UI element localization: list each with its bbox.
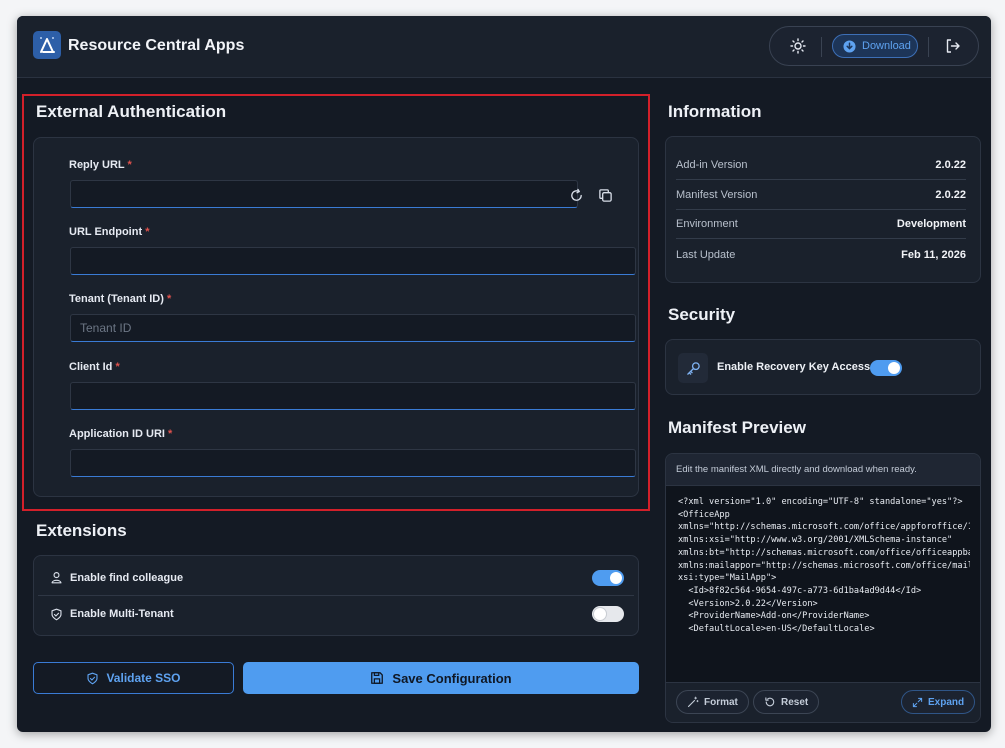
find-colleague-toggle[interactable] <box>592 570 624 586</box>
copy-icon <box>598 188 612 202</box>
user-icon <box>51 572 62 584</box>
multi-tenant-label: Enable Multi-Tenant <box>70 608 174 620</box>
format-label: Format <box>704 696 738 708</box>
information-title: Information <box>668 102 762 121</box>
reply-url-input[interactable] <box>70 180 578 208</box>
info-row: Environment Development <box>676 210 966 239</box>
download-label: Download <box>862 40 911 52</box>
manifest-card: Edit the manifest XML directly and downl… <box>665 453 981 723</box>
url-endpoint-input[interactable] <box>70 247 636 275</box>
save-icon <box>371 672 384 684</box>
toolbar-divider <box>821 37 822 57</box>
info-row: Last Update Feb 11, 2026 <box>676 248 966 261</box>
reset-label: Reset <box>781 696 809 708</box>
url-endpoint-label: URL Endpoint * <box>69 226 150 238</box>
external-auth-card: Reply URL * URL Endpoint * Tenant (Tenan… <box>33 137 639 497</box>
find-colleague-label: Enable find colleague <box>70 571 184 584</box>
extensions-card: Enable find colleague Enable Multi-Tenan… <box>33 555 639 636</box>
expand-label: Expand <box>928 696 965 708</box>
reply-url-label: Reply URL * <box>69 159 132 171</box>
client-id-input[interactable] <box>70 382 636 410</box>
manifest-xml-editor[interactable]: <?xml version="1.0" encoding="UTF-8" sta… <box>678 496 970 680</box>
app-header: Resource Central Apps Download <box>17 16 991 78</box>
sun-icon <box>790 38 806 54</box>
validate-sso-button[interactable]: Validate SSO <box>33 662 234 694</box>
download-button[interactable]: Download <box>832 34 918 58</box>
undo-icon <box>765 697 775 707</box>
shield-check-icon <box>51 608 62 620</box>
theme-toggle-button[interactable] <box>788 36 808 56</box>
shield-check-icon <box>87 672 99 684</box>
information-card: Add-in Version 2.0.22 Manifest Version 2.0… <box>665 136 981 283</box>
save-configuration-button[interactable]: Save Configuration <box>243 662 639 694</box>
info-row: Add-in Version 2.0.22 <box>676 151 966 180</box>
refresh-icon <box>570 188 582 201</box>
manifest-hint: Edit the manifest XML directly and downl… <box>666 454 980 486</box>
validate-sso-label: Validate SSO <box>106 671 181 685</box>
app-title: Resource Central Apps <box>68 37 245 54</box>
multi-tenant-toggle[interactable] <box>592 606 624 622</box>
manifest-title: Manifest Preview <box>668 418 806 437</box>
app-window: Resource Central Apps Download External … <box>17 16 991 732</box>
external-auth-title: External Authentication <box>36 102 227 121</box>
app-logo <box>33 31 61 59</box>
toolbar-divider <box>928 37 929 57</box>
recovery-key-toggle[interactable] <box>870 360 902 376</box>
application-id-uri-label: Application ID URI * <box>69 428 173 440</box>
tenant-id-label: Tenant (Tenant ID) * <box>69 293 172 305</box>
recovery-key-label: Enable Recovery Key Access <box>717 361 871 373</box>
header-toolbar: Download <box>769 26 979 66</box>
regenerate-button[interactable] <box>566 185 586 205</box>
logout-button[interactable] <box>942 36 964 56</box>
logo-mark-icon <box>40 37 55 53</box>
security-title: Security <box>668 305 736 324</box>
find-colleague-row: Enable find colleague <box>38 560 634 596</box>
reset-button[interactable]: Reset <box>753 690 820 714</box>
copy-button[interactable] <box>595 185 615 205</box>
save-configuration-label: Save Configuration <box>392 670 512 686</box>
application-id-uri-input[interactable] <box>70 449 636 477</box>
info-row: Manifest Version 2.0.22 <box>676 181 966 210</box>
logout-icon <box>946 39 960 53</box>
format-button[interactable]: Format <box>676 690 749 714</box>
expand-button[interactable]: Expand <box>901 690 976 714</box>
multi-tenant-row: Enable Multi-Tenant <box>38 596 634 632</box>
tenant-id-input[interactable]: Tenant ID <box>70 314 636 342</box>
download-icon <box>843 39 856 53</box>
magic-wand-icon <box>687 696 699 708</box>
security-card: Enable Recovery Key Access <box>665 339 981 395</box>
extensions-title: Extensions <box>36 521 127 540</box>
key-icon-badge <box>678 353 708 383</box>
key-icon <box>686 361 700 375</box>
client-id-label: Client Id * <box>69 361 120 373</box>
expand-icon <box>912 697 923 707</box>
